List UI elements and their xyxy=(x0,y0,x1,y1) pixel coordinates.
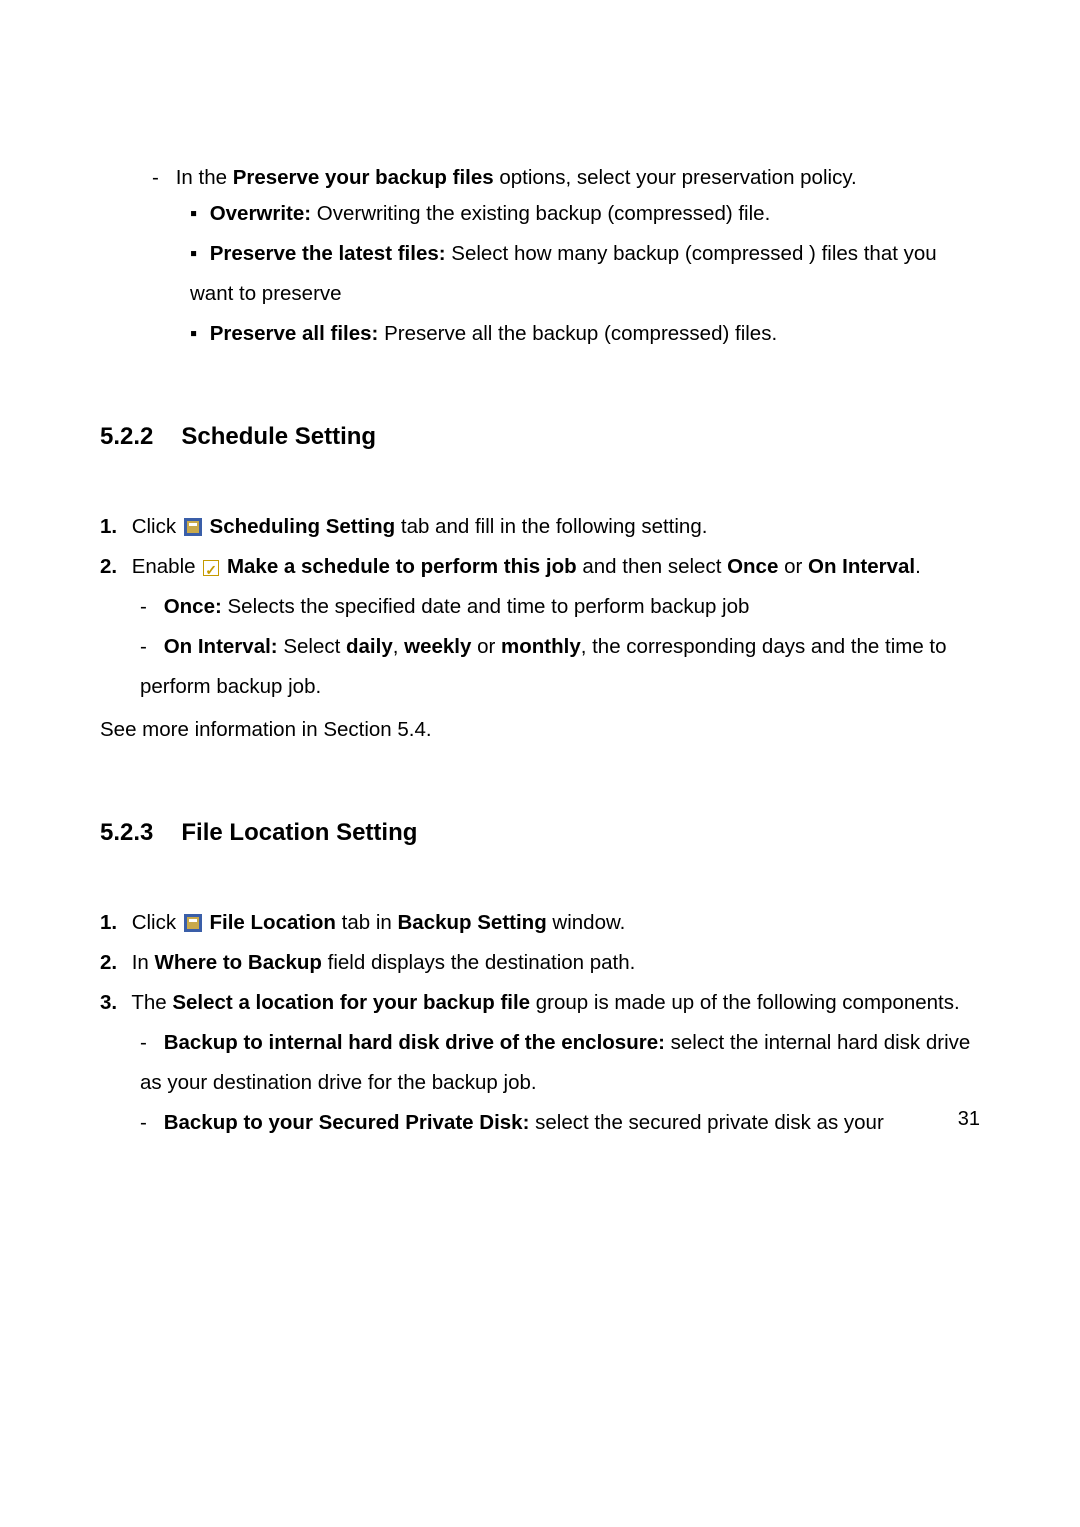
sec522-step1: 1. Click Scheduling Setting tab and fill… xyxy=(100,507,980,547)
sec523-secured-bullet: - Backup to your Secured Private Disk: s… xyxy=(100,1103,980,1143)
preserve-latest-bullet: ▪ Preserve the latest files: Select how … xyxy=(152,234,980,314)
sec522-seemore: See more information in Section 5.4. xyxy=(100,710,980,750)
sec522-interval-bullet: - On Interval: Select daily, weekly or m… xyxy=(100,627,980,707)
preserve-options-block: - In the Preserve your backup files opti… xyxy=(100,158,980,354)
scheduling-tab-icon xyxy=(184,510,202,528)
preserve-intro-line: - In the Preserve your backup files opti… xyxy=(152,158,980,198)
overwrite-bullet: ▪ Overwrite: Overwriting the existing ba… xyxy=(152,194,980,234)
sec522-step2: 2. Enable Make a schedule to perform thi… xyxy=(100,547,980,587)
preserve-all-bullet: ▪ Preserve all files: Preserve all the b… xyxy=(152,314,980,354)
section-5-2-3-heading: 5.2.3File Location Setting xyxy=(100,810,980,857)
section-5-2-2-heading: 5.2.2Schedule Setting xyxy=(100,414,980,461)
sec523-step2: 2. In Where to Backup field displays the… xyxy=(100,943,980,983)
sec522-once-bullet: - Once: Selects the specified date and t… xyxy=(100,587,980,627)
page-number: 31 xyxy=(958,1100,980,1139)
sec523-step1: 1. Click File Location tab in Backup Set… xyxy=(100,903,980,943)
sec523-internal-bullet: - Backup to internal hard disk drive of … xyxy=(100,1023,980,1103)
sec523-step3: 3. The Select a location for your backup… xyxy=(100,983,980,1023)
file-location-tab-icon xyxy=(184,906,202,924)
document-page: - In the Preserve your backup files opti… xyxy=(0,0,1080,1183)
checkbox-icon xyxy=(203,560,219,576)
